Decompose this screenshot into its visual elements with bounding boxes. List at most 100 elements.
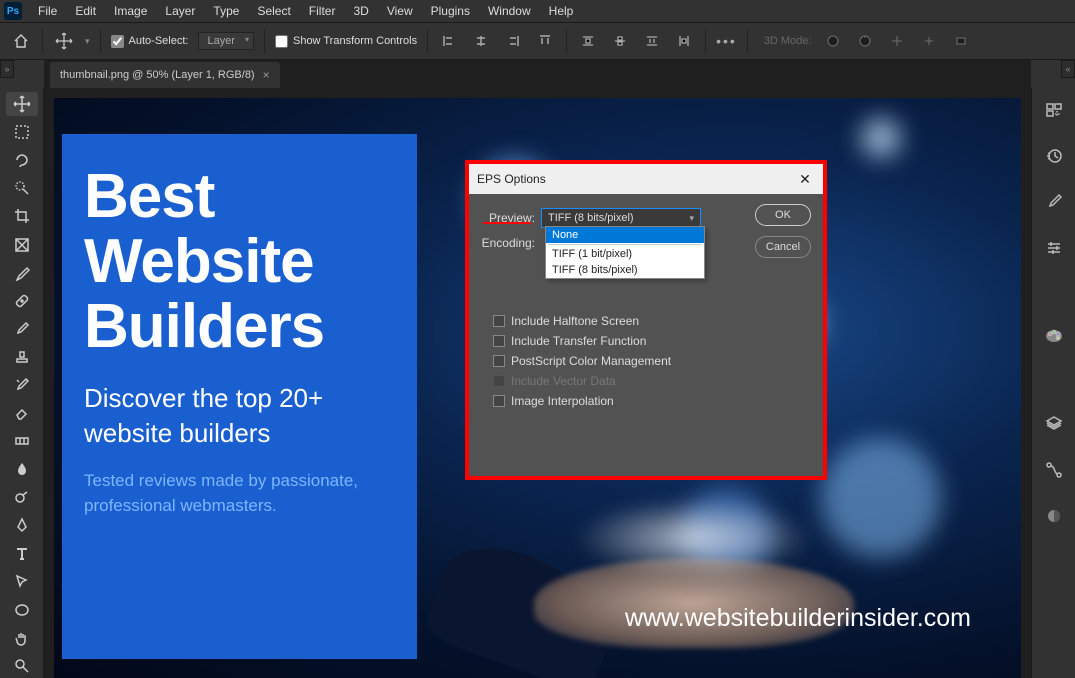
menu-image[interactable]: Image [106,2,155,20]
shape-tool[interactable] [6,598,38,622]
distribute-left-icon[interactable] [673,30,695,52]
align-left-icon[interactable] [438,30,460,52]
more-options-icon[interactable]: ••• [716,33,737,49]
artwork-url: www.websitebuilderinsider.com [625,604,971,633]
postscript-color-check[interactable]: PostScript Color Management [493,354,813,368]
channels-panel-icon[interactable] [1042,504,1066,528]
layers-panel-icon[interactable] [1042,412,1066,436]
artwork-title: Best Website Builders [84,164,395,359]
dialog-titlebar[interactable]: EPS Options ✕ [469,164,823,194]
align-top-icon[interactable] [534,30,556,52]
crop-tool[interactable] [6,204,38,228]
3d-pan-icon[interactable] [886,30,908,52]
stamp-tool[interactable] [6,345,38,369]
document-tabs: thumbnail.png @ 50% (Layer 1, RGB/8) × [44,60,1031,88]
marquee-tool[interactable] [6,120,38,144]
left-expand-icon[interactable]: » [0,60,14,78]
artwork-caption: Tested reviews made by passionate, profe… [84,469,395,518]
document-tab[interactable]: thumbnail.png @ 50% (Layer 1, RGB/8) × [50,62,280,88]
bokeh-light [861,118,901,158]
separator [427,29,428,53]
checkbox-icon [493,335,505,347]
dropdown-option-tiff1[interactable]: TIFF (1 bit/pixel) [546,246,704,262]
tools-panel [0,88,44,678]
home-icon[interactable] [10,30,32,52]
separator [264,29,265,53]
3d-zoom-icon[interactable] [950,30,972,52]
artwork-panel: Best Website Builders Discover the top 2… [62,134,417,659]
include-vector-check: Include Vector Data [493,374,813,388]
menu-edit[interactable]: Edit [67,2,104,20]
history-brush-tool[interactable] [6,373,38,397]
3d-roll-icon[interactable] [854,30,876,52]
path-select-tool[interactable] [6,570,38,594]
include-transfer-check[interactable]: Include Transfer Function [493,334,813,348]
separator [566,29,567,53]
3d-mode-label: 3D Mode: [764,35,812,47]
ok-button[interactable]: OK [755,204,811,226]
options-bar: ▾ Auto-Select: Layer ▾ Show Transform Co… [0,22,1075,60]
layer-dropdown[interactable]: Layer ▾ [198,32,254,50]
preview-dropdown[interactable]: TIFF (8 bits/pixel) ▾ [541,208,701,228]
chevron-down-icon: ▾ [689,213,694,224]
align-center-h-icon[interactable] [470,30,492,52]
align-right-icon[interactable] [502,30,524,52]
encoding-label: Encoding: [479,236,541,250]
lasso-tool[interactable] [6,148,38,172]
menu-window[interactable]: Window [480,2,539,20]
right-expand-icon[interactable]: « [1061,60,1075,78]
distribute-vcenter-icon[interactable] [609,30,631,52]
show-transform-check[interactable]: Show Transform Controls [275,35,417,48]
history-panel-icon[interactable] [1042,144,1066,168]
dialog-close-icon[interactable]: ✕ [795,169,815,189]
auto-select-check[interactable]: Auto-Select: [111,35,189,48]
menu-help[interactable]: Help [541,2,582,20]
distribute-bottom-icon[interactable] [641,30,663,52]
highlight-underline [483,222,531,224]
artwork-subtitle: Discover the top 20+ website builders [84,381,395,451]
paths-panel-icon[interactable] [1042,458,1066,482]
menu-type[interactable]: Type [205,2,247,20]
menu-select[interactable]: Select [249,2,298,20]
blur-tool[interactable] [6,457,38,481]
menu-view[interactable]: View [379,2,421,20]
menu-file[interactable]: File [30,2,65,20]
healing-tool[interactable] [6,289,38,313]
pen-tool[interactable] [6,513,38,537]
checkbox-icon [493,355,505,367]
brushes-panel-icon[interactable] [1042,190,1066,214]
dropdown-separator [548,244,702,245]
3d-orbit-icon[interactable] [822,30,844,52]
checkbox-icon [493,315,505,327]
color-panel-icon[interactable] [1042,324,1066,348]
zoom-tool[interactable] [6,654,38,678]
move-tool[interactable] [6,92,38,116]
cancel-button[interactable]: Cancel [755,236,811,258]
dodge-tool[interactable] [6,485,38,509]
hand-tool[interactable] [6,626,38,650]
menu-plugins[interactable]: Plugins [423,2,478,20]
tab-close-icon[interactable]: × [263,68,270,82]
gradient-tool[interactable] [6,429,38,453]
adjustments-panel-icon[interactable] [1042,236,1066,260]
eps-options-dialog: EPS Options ✕ Preview: TIFF (8 bits/pixe… [465,160,827,480]
include-halftone-check[interactable]: Include Halftone Screen [493,314,813,328]
frame-tool[interactable] [6,232,38,256]
properties-panel-icon[interactable] [1042,98,1066,122]
brush-tool[interactable] [6,317,38,341]
dropdown-option-none[interactable]: None [546,227,704,243]
eraser-tool[interactable] [6,401,38,425]
menu-filter[interactable]: Filter [301,2,344,20]
eyedropper-tool[interactable] [6,261,38,285]
type-tool[interactable] [6,542,38,566]
image-interpolation-check[interactable]: Image Interpolation [493,394,813,408]
distribute-top-icon[interactable] [577,30,599,52]
dropdown-option-tiff8[interactable]: TIFF (8 bits/pixel) [546,262,704,278]
move-indicator-icon[interactable] [53,30,75,52]
menu-3d[interactable]: 3D [345,2,376,20]
3d-slide-icon[interactable] [918,30,940,52]
quick-select-tool[interactable] [6,176,38,200]
checkbox-icon [493,395,505,407]
menu-layer[interactable]: Layer [157,2,203,20]
auto-select-label: Auto-Select: [129,35,189,47]
